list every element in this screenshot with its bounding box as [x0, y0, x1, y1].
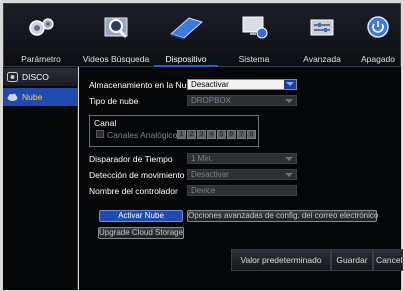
- time-trigger-select[interactable]: 1 Min.: [187, 153, 297, 164]
- cloud-type-value: DROPBOX: [191, 96, 232, 105]
- channel-2-checkbox[interactable]: 2: [187, 130, 196, 139]
- chevron-down-icon: [285, 173, 293, 177]
- gear-icon: [29, 18, 54, 36]
- advanced-email-settings-button[interactable]: Opciones avanzadas de config. del correo…: [187, 210, 378, 222]
- default-values-button[interactable]: Valor predeterminado: [231, 249, 331, 271]
- channel-1-checkbox[interactable]: 1: [177, 130, 186, 139]
- motion-detection-value: Desactivar: [191, 170, 229, 179]
- chevron-down-icon: [285, 157, 293, 161]
- monitor-info-icon: [242, 16, 268, 39]
- cloud-type-label: Tipo de nube: [89, 96, 139, 106]
- channel-3-checkbox[interactable]: 3: [197, 130, 206, 139]
- channel-8-checkbox[interactable]: 8: [247, 130, 256, 139]
- top-navigation: Parámetro Videos Búsqueda Dispositivo Si…: [3, 3, 402, 68]
- motion-detection-label: Detección de movimiento: [89, 170, 185, 180]
- channel-group-title: Canal: [94, 118, 117, 128]
- channel-6-checkbox[interactable]: 6: [227, 130, 236, 139]
- driver-name-label: Nombre del controlador: [89, 186, 178, 196]
- sidebar-item-label: DISCO: [22, 72, 49, 82]
- storage-label: Almacenamiento en la Nube: [89, 80, 196, 90]
- nav-label: Videos Búsqueda: [82, 54, 150, 64]
- channel-5-checkbox[interactable]: 5: [217, 130, 226, 139]
- analog-channels-label: Canales Analógicos: [107, 130, 182, 140]
- nav-label: Parámetro: [21, 54, 61, 64]
- sidebar-item-nube[interactable]: Nube: [3, 88, 78, 106]
- power-icon: [367, 16, 389, 38]
- nav-apagado[interactable]: Apagado: [354, 4, 402, 68]
- channel-4-checkbox[interactable]: 4: [207, 130, 216, 139]
- search-icon: [104, 17, 128, 39]
- sidebar: DISCO Nube: [3, 67, 78, 290]
- sidebar-item-disco[interactable]: DISCO: [3, 68, 78, 86]
- time-trigger-label: Disparador de Tiempo: [89, 154, 173, 164]
- nav-label: Dispositivo: [165, 54, 207, 64]
- storage-select[interactable]: Desactivar: [187, 79, 297, 90]
- driver-name-input[interactable]: Device: [187, 185, 297, 196]
- nav-label: Avanzada: [303, 54, 341, 64]
- driver-name-value: Device: [191, 186, 216, 195]
- activate-cloud-button[interactable]: Activar Nube: [99, 210, 183, 222]
- advanced-settings-icon: [310, 19, 334, 36]
- nav-label: Apagado: [360, 54, 396, 64]
- channel-group: Canal Canales Analógicos 1 2 3 4 5 6 7 8: [89, 115, 259, 147]
- channel-7-checkbox[interactable]: 7: [237, 130, 246, 139]
- nav-sistema[interactable]: Sistema: [218, 4, 290, 68]
- nav-videos-busqueda[interactable]: Videos Búsqueda: [78, 4, 154, 68]
- sidebar-item-label: Nube: [22, 92, 43, 102]
- upgrade-cloud-storage-button[interactable]: Upgrade Cloud Storage: [98, 227, 184, 239]
- hard-drive-icon: [170, 17, 203, 40]
- chevron-down-icon: [285, 99, 293, 103]
- nav-parametro[interactable]: Parámetro: [4, 4, 78, 68]
- nav-label: Sistema: [238, 54, 270, 64]
- cloud-icon: [7, 93, 18, 101]
- cancel-button[interactable]: Cancelar: [373, 249, 403, 271]
- nav-dispositivo[interactable]: Dispositivo: [154, 4, 218, 68]
- cloud-settings-panel: Almacenamiento en la Nube Desactivar Tip…: [79, 67, 403, 290]
- disk-icon: [7, 72, 18, 82]
- time-trigger-value: 1 Min.: [191, 154, 213, 163]
- storage-value: Desactivar: [191, 80, 229, 89]
- analog-channels-checkbox[interactable]: [96, 130, 104, 138]
- cloud-type-select[interactable]: DROPBOX: [187, 95, 297, 106]
- motion-detection-select[interactable]: Desactivar: [187, 169, 297, 180]
- dropdown-arrow-icon: [284, 80, 296, 89]
- nav-avanzada[interactable]: Avanzada: [290, 4, 354, 68]
- save-button[interactable]: Guardar: [331, 249, 373, 271]
